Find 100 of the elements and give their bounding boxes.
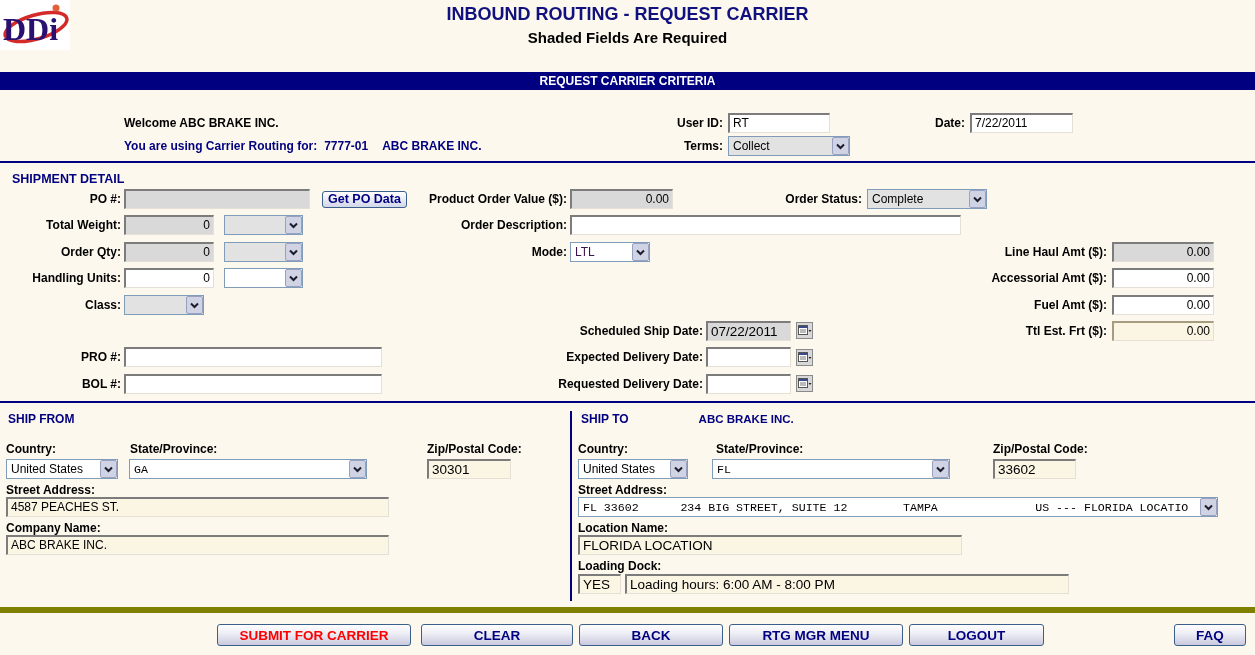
order-qty-field[interactable]: 0 [124,241,214,262]
company-name: ABC BRAKE INC. [382,138,482,153]
street-address-field[interactable]: 4587 PEACHES ST. [6,497,389,517]
handling-unit-type-dropdown[interactable] [224,268,303,289]
page-title: INBOUND ROUTING - REQUEST CARRIER [446,4,809,24]
delivery-date-label: Expected Delivery Date: [566,350,703,365]
street-address-dropdown[interactable]: FL 33602 234 BIG STREET, SUITE 12 TAMPA US --- FLORIDA LOCATIO [578,497,1218,517]
pro-number-field[interactable] [124,347,382,368]
country-label: Country: [6,442,56,456]
charge-amount-field[interactable]: 0.00 [1112,294,1214,315]
street-address-label: Street Address: [6,483,95,497]
user-id-label: User ID: [677,115,723,130]
zip-label: Zip/Postal Code: [993,442,1088,456]
footer-button[interactable]: RTG MGR MENU [729,624,903,646]
country-dropdown[interactable]: United States [6,459,118,479]
date-field[interactable]: 07/22/2011 [706,320,791,341]
chevron-down-icon [670,460,687,478]
zip-field[interactable]: 30301 [427,459,511,479]
calendar-icon[interactable] [796,348,813,366]
chevron-down-icon [285,242,302,261]
ship-to-heading: SHIP TO [581,412,629,426]
country-label: Country: [578,442,628,456]
footer-button[interactable]: LOGOUT [909,624,1044,646]
account-number: 7777-01 [324,138,369,153]
state-label: State/Province: [716,442,804,456]
charge-amount-field[interactable]: 0.00 [1112,268,1214,289]
date-field[interactable] [706,373,791,394]
loading-dock-field[interactable]: YES [578,574,621,594]
order-status-dropdown[interactable]: Complete [867,189,987,209]
chevron-down-icon [285,269,302,288]
company-name-label: Company Name: [6,521,101,535]
bol-number-label: BOL #: [81,376,121,391]
handling-units-field[interactable]: 0 [124,268,214,289]
charge-label: Line Haul Amt ($): [1004,244,1107,259]
street-address-label: Street Address: [578,483,667,497]
zip-field[interactable]: 33602 [993,459,1076,479]
section-heading: REQUEST CARRIER CRITERIA [539,74,716,88]
handling-units-label: Handling Units: [32,271,121,286]
footer-button[interactable]: FAQ [1174,624,1246,646]
terms-dropdown[interactable]: Collect [728,135,850,156]
chevron-down-icon [1200,498,1217,516]
state-label: State/Province: [130,442,218,456]
weight-unit-dropdown[interactable] [224,215,303,236]
charge-label: Accessorial Amt ($): [991,271,1107,286]
state-dropdown[interactable]: GA [129,459,367,479]
order-qty-label: Order Qty: [61,244,121,259]
product-order-value-field[interactable]: 0.00 [570,189,673,209]
page-subtitle: Shaded Fields Are Required [527,29,728,47]
welcome-text: Welcome ABC BRAKE INC. [124,115,279,130]
mode-dropdown[interactable]: LTL [570,241,650,262]
charge-amount-field[interactable]: 0.00 [1112,320,1214,341]
bol-number-field[interactable] [124,373,382,394]
chevron-down-icon [932,460,949,478]
mode-label: Mode: [531,244,567,259]
delivery-date-label: Requested Delivery Date: [558,376,703,391]
charge-label: Fuel Amt ($): [1034,297,1107,312]
po-number-field[interactable] [124,189,310,209]
shipment-detail-heading: SHIPMENT DETAIL [12,171,125,187]
location-name-label: Location Name: [578,521,668,535]
chevron-down-icon [186,295,203,314]
class-label: Class: [84,297,121,312]
loading-hours-field[interactable]: Loading hours: 6:00 AM - 8:00 PM [625,574,1069,594]
po-number-label: PO #: [89,192,121,206]
qty-unit-dropdown[interactable] [224,241,303,262]
total-weight-label: Total Weight: [46,218,121,233]
order-status-label: Order Status: [785,192,862,206]
product-order-value-label: Product Order Value ($): [428,192,567,206]
footer-button[interactable]: CLEAR [421,624,573,646]
footer-button[interactable]: BACK [579,624,723,646]
routing-label: You are using Carrier Routing for: [124,138,318,153]
company-name-field[interactable]: ABC BRAKE INC. [6,535,389,555]
state-dropdown[interactable]: FL [712,459,950,479]
chevron-down-icon [969,190,986,208]
calendar-icon[interactable] [796,375,813,393]
delivery-date-label: Scheduled Ship Date: [579,323,703,338]
chevron-down-icon [285,216,302,235]
date-label: Date: [935,115,965,130]
ship-from-heading: SHIP FROM [8,412,75,426]
user-id-field[interactable]: RT [728,112,830,133]
country-dropdown[interactable]: United States [578,459,688,479]
chevron-down-icon [632,242,649,261]
pro-number-label: PRO #: [81,350,121,365]
calendar-icon[interactable] [796,322,813,340]
chevron-down-icon [832,136,849,155]
date-field[interactable]: 7/22/2011 [970,112,1073,133]
class-dropdown[interactable] [124,294,204,315]
terms-label: Terms: [683,138,723,153]
chevron-down-icon [349,460,366,478]
chevron-down-icon [100,460,117,478]
charge-amount-field[interactable]: 0.00 [1112,241,1214,262]
loading-dock-label: Loading Dock: [578,559,662,573]
ship-to-company: ABC BRAKE INC. [698,413,794,425]
location-name-field[interactable]: FLORIDA LOCATION [578,535,962,555]
charge-label: Ttl Est. Frt ($): [1025,323,1107,338]
order-description-label: Order Description: [460,218,567,233]
date-field[interactable] [706,347,791,368]
order-description-field[interactable] [570,215,961,236]
zip-label: Zip/Postal Code: [427,442,522,456]
get-po-data-button[interactable]: Get PO Data [322,190,407,208]
total-weight-field[interactable]: 0 [124,215,214,236]
